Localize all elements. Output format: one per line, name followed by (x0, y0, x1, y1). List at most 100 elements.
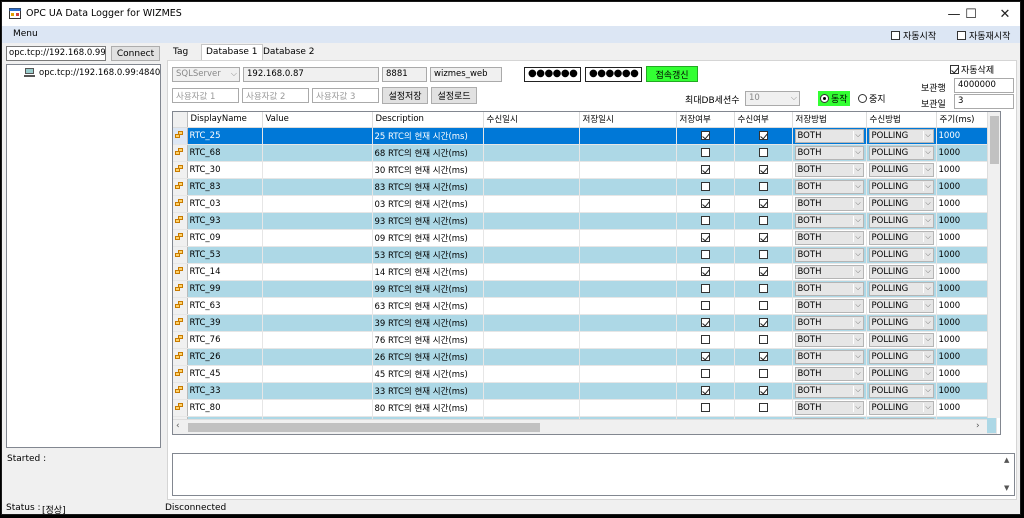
recv-method-cell[interactable]: POLLING ⌵ (866, 348, 937, 366)
row-header[interactable] (173, 178, 188, 196)
description-cell[interactable]: 09 RTC의 현재 시간(ms) (372, 229, 484, 247)
save-checkbox[interactable] (700, 300, 710, 310)
value-cell[interactable] (262, 263, 373, 281)
recv-time-cell[interactable] (483, 263, 580, 281)
save-method-select[interactable]: BOTH ⌵ (794, 145, 864, 160)
save-time-cell[interactable] (579, 314, 677, 332)
table-row[interactable]: RTC_39 39 RTC의 현재 시간(ms) BOTH ⌵ POLLING ⌵ 1000 (173, 314, 997, 332)
recv-method-cell[interactable]: POLLING ⌵ (866, 365, 937, 383)
row-header[interactable] (173, 144, 188, 162)
save-method-cell[interactable]: BOTH ⌵ (792, 144, 867, 162)
recv-cell[interactable] (734, 399, 793, 417)
save-checkbox[interactable] (700, 266, 710, 276)
recv-time-cell[interactable] (483, 144, 580, 162)
load-settings-button[interactable]: 설정로드 (431, 87, 477, 104)
recv-checkbox[interactable] (758, 385, 768, 395)
db-user-field[interactable]: ●●●●●● (524, 67, 581, 82)
close-button[interactable]: ✕ (988, 2, 1020, 26)
recv-method-cell[interactable]: POLLING ⌵ (866, 314, 937, 332)
description-cell[interactable]: 99 RTC의 현재 시간(ms) (372, 280, 484, 298)
col-header-displayname[interactable]: DisplayName (187, 112, 263, 128)
recv-cell[interactable] (734, 314, 793, 332)
description-cell[interactable]: 26 RTC의 현재 시간(ms) (372, 348, 484, 366)
recv-method-select[interactable]: POLLING ⌵ (868, 179, 934, 194)
table-row[interactable]: RTC_45 45 RTC의 현재 시간(ms) BOTH ⌵ POLLING ⌵ 1000 (173, 365, 997, 383)
save-time-cell[interactable] (579, 212, 677, 230)
db-password-field[interactable]: ●●●●●● (585, 67, 642, 82)
recv-time-cell[interactable] (483, 399, 580, 417)
recv-time-cell[interactable] (483, 127, 580, 145)
description-cell[interactable]: 93 RTC의 현재 시간(ms) (372, 212, 484, 230)
value-cell[interactable] (262, 382, 373, 400)
value-cell[interactable] (262, 161, 373, 179)
table-row[interactable]: RTC_26 26 RTC의 현재 시간(ms) BOTH ⌵ POLLING ⌵ 1000 (173, 348, 997, 366)
server-tree[interactable]: opc.tcp://192.168.0.99:4840 (6, 64, 161, 448)
description-cell[interactable]: 45 RTC의 현재 시간(ms) (372, 365, 484, 383)
menu-item-menu[interactable]: Menu (13, 29, 38, 39)
recv-time-cell[interactable] (483, 280, 580, 298)
value-cell[interactable] (262, 314, 373, 332)
save-method-select[interactable]: BOTH ⌵ (794, 162, 864, 177)
value-cell[interactable] (262, 178, 373, 196)
recv-cell[interactable] (734, 263, 793, 281)
displayname-cell[interactable]: RTC_93 (187, 212, 263, 230)
run-radio[interactable]: 동작 (818, 91, 850, 106)
save-method-select[interactable]: BOTH ⌵ (794, 349, 864, 364)
table-row[interactable]: RTC_99 99 RTC의 현재 시간(ms) BOTH ⌵ POLLING ⌵ 1000 (173, 280, 997, 298)
col-header-recv-method[interactable]: 수신방법 (866, 112, 937, 128)
value-cell[interactable] (262, 229, 373, 247)
value-cell[interactable] (262, 212, 373, 230)
description-cell[interactable]: 63 RTC의 현재 시간(ms) (372, 297, 484, 315)
save-method-cell[interactable]: BOTH ⌵ (792, 280, 867, 298)
save-method-cell[interactable]: BOTH ⌵ (792, 348, 867, 366)
row-header[interactable] (173, 280, 188, 298)
row-header[interactable] (173, 297, 188, 315)
save-method-select[interactable]: BOTH ⌵ (794, 383, 864, 398)
save-cell[interactable] (676, 229, 735, 247)
row-header[interactable] (173, 382, 188, 400)
save-cell[interactable] (676, 365, 735, 383)
value-cell[interactable] (262, 365, 373, 383)
recv-checkbox[interactable] (758, 198, 768, 208)
recv-checkbox[interactable] (758, 147, 768, 157)
recv-time-cell[interactable] (483, 178, 580, 196)
recv-method-cell[interactable]: POLLING ⌵ (866, 161, 937, 179)
save-method-cell[interactable]: BOTH ⌵ (792, 195, 867, 213)
recv-method-cell[interactable]: POLLING ⌵ (866, 229, 937, 247)
description-cell[interactable]: 30 RTC의 현재 시간(ms) (372, 161, 484, 179)
save-checkbox[interactable] (700, 368, 710, 378)
displayname-cell[interactable]: RTC_45 (187, 365, 263, 383)
value-cell[interactable] (262, 331, 373, 349)
table-row[interactable]: RTC_80 80 RTC의 현재 시간(ms) BOTH ⌵ POLLING ⌵ 1000 (173, 399, 997, 417)
recv-method-select[interactable]: POLLING ⌵ (868, 128, 934, 143)
save-method-select[interactable]: BOTH ⌵ (794, 332, 864, 347)
table-row[interactable]: RTC_68 68 RTC의 현재 시간(ms) BOTH ⌵ POLLING ⌵ 1000 (173, 144, 997, 162)
recv-checkbox[interactable] (758, 232, 768, 242)
value-cell[interactable] (262, 127, 373, 145)
recv-cell[interactable] (734, 195, 793, 213)
scroll-up-icon[interactable]: ▲ (1004, 456, 1009, 464)
col-header-recv-time[interactable]: 수신일시 (483, 112, 580, 128)
value-cell[interactable] (262, 297, 373, 315)
displayname-cell[interactable]: RTC_99 (187, 280, 263, 298)
description-cell[interactable]: 53 RTC의 현재 시간(ms) (372, 246, 484, 264)
save-cell[interactable] (676, 297, 735, 315)
recv-cell[interactable] (734, 127, 793, 145)
save-checkbox[interactable] (700, 164, 710, 174)
save-method-cell[interactable]: BOTH ⌵ (792, 263, 867, 281)
save-time-cell[interactable] (579, 348, 677, 366)
displayname-cell[interactable]: RTC_30 (187, 161, 263, 179)
table-row[interactable]: RTC_53 53 RTC의 현재 시간(ms) BOTH ⌵ POLLING ⌵ 1000 (173, 246, 997, 264)
tree-item-server[interactable]: opc.tcp://192.168.0.99:4840 (24, 68, 160, 78)
save-method-cell[interactable]: BOTH ⌵ (792, 127, 867, 145)
displayname-cell[interactable]: RTC_76 (187, 331, 263, 349)
row-header[interactable] (173, 314, 188, 332)
save-method-select[interactable]: BOTH ⌵ (794, 213, 864, 228)
value-cell[interactable] (262, 246, 373, 264)
save-method-select[interactable]: BOTH ⌵ (794, 366, 864, 381)
displayname-cell[interactable]: RTC_83 (187, 178, 263, 196)
row-header[interactable] (173, 348, 188, 366)
recv-method-cell[interactable]: POLLING ⌵ (866, 382, 937, 400)
recv-cell[interactable] (734, 212, 793, 230)
description-cell[interactable]: 39 RTC의 현재 시간(ms) (372, 314, 484, 332)
